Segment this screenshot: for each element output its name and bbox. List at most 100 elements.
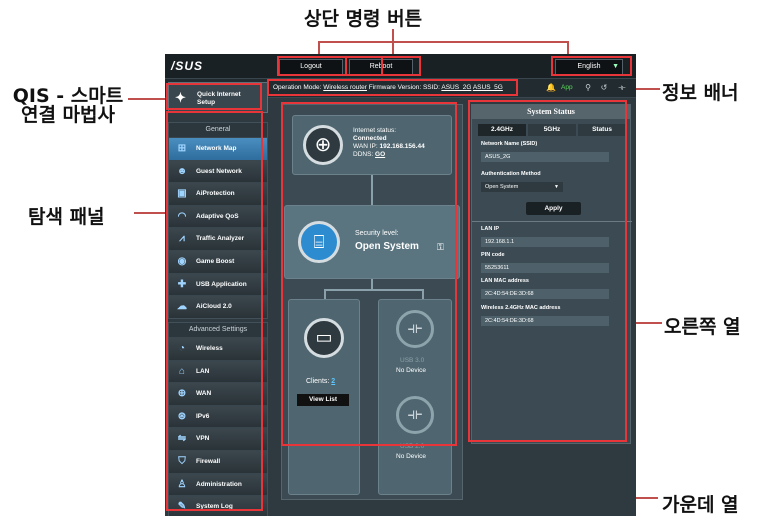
- wan-ip-value: 192.168.156.44: [379, 143, 425, 150]
- clients-label: Clients:: [306, 378, 330, 385]
- chevron-down-icon: ▼: [612, 63, 619, 70]
- chart-icon: ⩘: [179, 233, 185, 245]
- usb-node: ⟛ USB 3.0 No Device ⟛ USB 2.0 No Device: [378, 299, 452, 495]
- nav-item-administration[interactable]: ♙ Administration: [169, 472, 267, 496]
- pin-code-value: 55253611: [481, 263, 609, 273]
- clients-info: Clients: 2: [306, 378, 335, 385]
- usb-icon[interactable]: ⟛: [617, 83, 627, 93]
- ipv6-icon: ⊛: [177, 410, 187, 422]
- router-node[interactable]: ⌸ Security level: Open System ⚿: [284, 205, 460, 279]
- nav-item-label: VPN: [196, 435, 210, 443]
- top-command-bar: /SUS Logout Reboot English ▼: [165, 54, 636, 78]
- annotation-right-column: 오른쪽 열: [664, 316, 741, 338]
- gauge-icon: ◠: [177, 210, 187, 222]
- ddns-go-link[interactable]: GO: [375, 151, 385, 158]
- annotation-top-buttons: 상단 명령 버튼: [304, 8, 423, 30]
- tab-5ghz[interactable]: 5GHz: [528, 124, 576, 136]
- asus-logo: /SUS: [171, 59, 204, 73]
- nav-item-aicloud[interactable]: ☁ AiCloud 2.0: [169, 295, 267, 318]
- nav-item-label: Game Boost: [196, 257, 235, 265]
- usb-port-1-icon[interactable]: ⟛: [396, 310, 434, 348]
- annotation-info-banner: 정보 배너: [662, 82, 739, 104]
- lan-mac-value: 2C:4D:54:DE:3D:68: [481, 289, 609, 299]
- usb-port-2-icon[interactable]: ⟛: [396, 396, 434, 434]
- ssid-input[interactable]: ASUS_2G: [481, 152, 609, 162]
- ssid-label: SSID:: [422, 84, 440, 91]
- nav-item-network-map[interactable]: ⊞ Network Map: [169, 137, 267, 160]
- nav-item-guest-network[interactable]: ☻ Guest Network: [169, 159, 267, 183]
- qis-label: Quick Internet Setup: [197, 91, 241, 107]
- nav-item-vpn[interactable]: ⇋ VPN: [169, 427, 267, 450]
- reboot-button[interactable]: Reboot: [349, 59, 413, 75]
- nav-general-header: General: [169, 123, 267, 137]
- security-level-label: Security level:: [355, 230, 399, 237]
- nav-item-game-boost[interactable]: ◉ Game Boost: [169, 249, 267, 273]
- wireless-mac-label: Wireless 2.4GHz MAC address: [481, 305, 561, 311]
- globe-icon: ⊕: [177, 388, 187, 400]
- nav-general-group: General ⊞ Network Map ☻ Guest Network ▣ AiP…: [168, 122, 268, 319]
- nav-item-traffic-analyzer[interactable]: ⩘ Traffic Analyzer: [169, 227, 267, 250]
- shield-icon: ⛉: [178, 455, 186, 467]
- quick-internet-setup-button[interactable]: ✦ Quick Internet Setup: [168, 82, 268, 113]
- pin-code-label: PIN code: [481, 252, 505, 258]
- annotation-qis: QIS - 스마트 연결 마법사: [4, 87, 132, 125]
- admin-icon: ♙: [177, 478, 187, 490]
- ssid-field-label: Network Name (SSID): [481, 141, 538, 147]
- internet-status-value: Connected: [353, 135, 387, 142]
- usb2-status: No Device: [396, 453, 426, 460]
- view-list-button[interactable]: View List: [297, 394, 349, 406]
- wireless-status-icon[interactable]: ↺: [599, 83, 609, 93]
- nav-item-label: Adaptive QoS: [196, 212, 239, 220]
- bell-icon[interactable]: 🔔: [546, 83, 556, 93]
- log-icon: ✎: [177, 501, 187, 513]
- nav-item-firewall[interactable]: ⛉ Firewall: [169, 449, 267, 473]
- security-level-value: Open System: [355, 241, 419, 252]
- nav-item-aiprotection[interactable]: ▣ AiProtection: [169, 182, 267, 205]
- firmware-label: Firmware Version:: [368, 84, 422, 91]
- ddns-label: DDNS:: [353, 151, 374, 158]
- nav-item-adaptive-qos[interactable]: ◠ Adaptive QoS: [169, 204, 267, 228]
- nav-item-label: AiCloud 2.0: [196, 303, 232, 311]
- gamepad-icon: ◉: [177, 255, 187, 267]
- clients-node[interactable]: ▭ Clients: 2 View List: [288, 299, 360, 495]
- clients-count[interactable]: 2: [331, 378, 335, 385]
- guest-network-icon: ☻: [176, 165, 188, 177]
- annotation-middle-column: 가운데 열: [662, 494, 739, 516]
- ssid-5g-link[interactable]: ASUS_5G: [473, 84, 503, 91]
- qis-line1: Quick Internet: [197, 91, 241, 98]
- wireless-mac-value: 2C:4D:54:DE:3D:68: [481, 316, 609, 326]
- nav-advanced-group: Advanced Settings ◔ Wireless ⌂ LAN ⊕ WAN ⊛ I…: [168, 322, 268, 516]
- nav-item-wan[interactable]: ⊕ WAN: [169, 382, 267, 405]
- wan-ip-label: WAN IP:: [353, 143, 378, 150]
- operation-mode-link[interactable]: Wireless router: [323, 84, 367, 91]
- nav-item-label: Firewall: [196, 457, 221, 465]
- nav-item-label: Network Map: [196, 145, 237, 152]
- internet-info: Internet status: Connected WAN IP: 192.1…: [353, 127, 425, 159]
- nav-item-label: IPv6: [196, 412, 210, 420]
- tab-2-4ghz[interactable]: 2.4GHz: [478, 124, 526, 136]
- nav-item-label: Traffic Analyzer: [196, 235, 245, 243]
- internet-node[interactable]: ⊕ Internet status: Connected WAN IP: 192…: [292, 115, 452, 175]
- ssid-2g-link[interactable]: ASUS_2G: [441, 84, 471, 91]
- nav-item-system-log[interactable]: ✎ System Log: [169, 495, 267, 516]
- operation-mode-label: Operation Mode:: [273, 84, 322, 91]
- chevron-down-icon: ▼: [554, 184, 559, 190]
- nav-item-lan[interactable]: ⌂ LAN: [169, 359, 267, 383]
- usb-status-icon[interactable]: ⚲: [583, 83, 593, 93]
- logout-button[interactable]: Logout: [279, 59, 343, 75]
- navigation-panel: ✦ Quick Internet Setup General ⊞ Network …: [165, 82, 271, 516]
- apply-button[interactable]: Apply: [526, 202, 581, 215]
- app-link[interactable]: App: [561, 84, 573, 91]
- lan-ip-label: LAN IP: [481, 226, 500, 232]
- nav-item-label: AiProtection: [196, 190, 235, 198]
- nav-item-wireless[interactable]: ◔ Wireless: [169, 337, 267, 360]
- lan-mac-label: LAN MAC address: [481, 278, 529, 284]
- tab-status[interactable]: Status: [578, 124, 626, 136]
- auth-method-label: Authentication Method: [481, 171, 541, 177]
- language-select[interactable]: English ▼: [555, 59, 623, 75]
- nav-item-usb-application[interactable]: ✚ USB Application: [169, 272, 267, 296]
- network-map-icon: ⊞: [177, 143, 187, 154]
- nav-item-ipv6[interactable]: ⊛ IPv6: [169, 404, 267, 428]
- system-status-panel: System Status 2.4GHz 5GHz Status Network…: [471, 104, 632, 444]
- auth-method-select[interactable]: Open System ▼: [481, 182, 563, 192]
